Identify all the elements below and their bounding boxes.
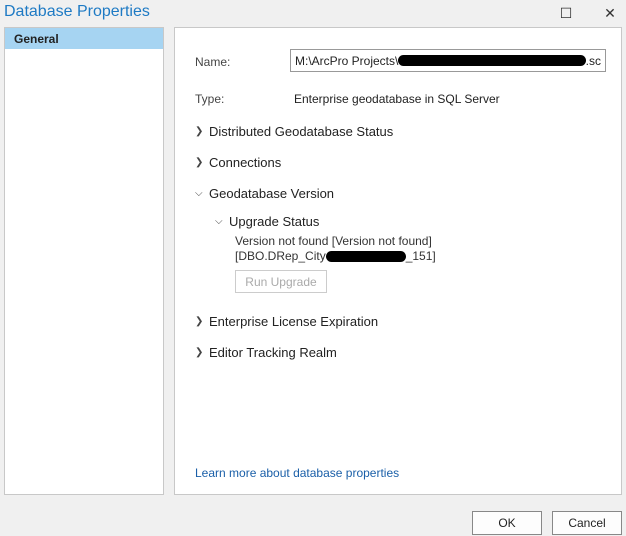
section-label: Editor Tracking Realm <box>209 345 337 360</box>
general-panel: Name: M:\ArcPro Projects\ .sc Type: Ente… <box>174 27 622 495</box>
chevron-right-icon: ❯ <box>195 347 204 358</box>
section-label: Geodatabase Version <box>209 186 335 201</box>
section-label: Connections <box>209 155 282 170</box>
name-field[interactable]: M:\ArcPro Projects\ .sc <box>290 49 606 72</box>
learn-more-link[interactable]: Learn more about database properties <box>195 466 399 480</box>
section-connections[interactable]: ❯ Connections <box>195 155 281 170</box>
section-label: Upgrade Status <box>229 214 320 229</box>
version-text: [DBO.DRep_City _151] <box>235 249 436 263</box>
section-geodatabase-version[interactable]: ⌵ Geodatabase Version <box>195 186 334 201</box>
name-value-prefix: M:\ArcPro Projects\ <box>295 53 399 68</box>
redaction <box>325 250 406 262</box>
section-license-expiration[interactable]: ❯ Enterprise License Expiration <box>195 314 378 329</box>
sidebar-item-general[interactable]: General <box>5 28 163 49</box>
section-distributed-status[interactable]: ❯ Distributed Geodatabase Status <box>195 124 393 139</box>
close-icon[interactable]: ✕ <box>598 2 622 24</box>
redaction <box>398 55 586 66</box>
type-value: Enterprise geodatabase in SQL Server <box>294 92 500 106</box>
ok-button[interactable]: OK <box>472 511 542 535</box>
section-label: Enterprise License Expiration <box>209 314 379 329</box>
chevron-down-icon: ⌵ <box>215 216 223 227</box>
upgrade-status-text: Version not found [Version not found] <box>235 234 432 248</box>
type-label: Type: <box>195 92 225 106</box>
window-title: Database Properties <box>4 3 150 20</box>
chevron-down-icon: ⌵ <box>195 188 203 199</box>
section-upgrade-status[interactable]: ⌵ Upgrade Status <box>215 214 319 229</box>
section-editor-tracking[interactable]: ❯ Editor Tracking Realm <box>195 345 337 360</box>
chevron-right-icon: ❯ <box>195 316 204 327</box>
chevron-right-icon: ❯ <box>195 157 204 168</box>
version-prefix: [DBO.DRep_City <box>235 249 326 263</box>
chevron-right-icon: ❯ <box>195 126 204 137</box>
cancel-button[interactable]: Cancel <box>552 511 622 535</box>
section-label: Distributed Geodatabase Status <box>209 124 394 139</box>
sidebar: General <box>4 27 164 495</box>
maximize-icon[interactable]: ☐ <box>554 2 578 24</box>
run-upgrade-button[interactable]: Run Upgrade <box>235 270 327 293</box>
name-value-suffix: .sc <box>585 53 601 68</box>
name-label: Name: <box>195 55 231 69</box>
version-suffix: _151] <box>405 249 436 263</box>
